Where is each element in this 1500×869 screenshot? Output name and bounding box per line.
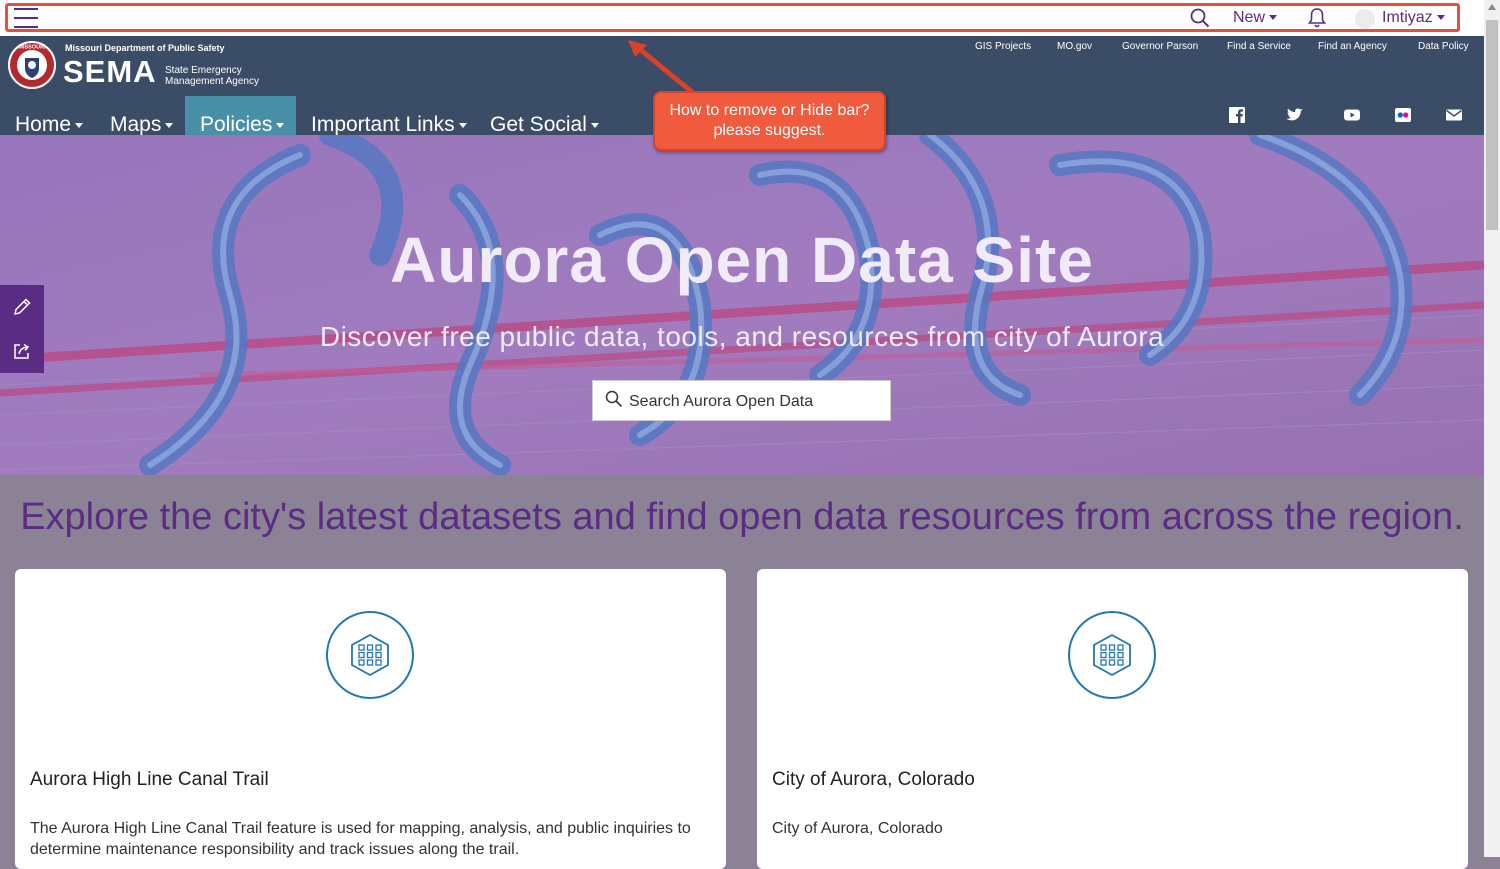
chevron-down-icon: [1436, 15, 1445, 21]
annotation-callout: How to remove or Hide bar? please sugges…: [653, 91, 886, 151]
brand-name[interactable]: SEMA: [63, 54, 157, 90]
page-scrollbar[interactable]: [1484, 0, 1500, 857]
card-description: City of Aurora, Colorado: [772, 820, 943, 837]
nav-get-social-label: Get Social: [490, 113, 587, 136]
nav-policies-label: Policies: [200, 113, 273, 136]
card-title[interactable]: Aurora High Line Canal Trail: [30, 769, 269, 791]
link-mo-gov[interactable]: MO.gov: [1057, 41, 1092, 52]
edit-icon[interactable]: [11, 296, 33, 318]
chevron-down-icon: [75, 122, 84, 128]
chevron-down-icon: [590, 122, 599, 128]
chevron-down-icon: [276, 122, 285, 128]
card-icon-circle: [1068, 611, 1156, 699]
facebook-icon[interactable]: [1228, 106, 1246, 124]
youtube-icon[interactable]: [1343, 106, 1361, 124]
link-governor-parson[interactable]: Governor Parson: [1122, 41, 1198, 52]
hamburger-menu-icon[interactable]: [14, 8, 38, 28]
user-name: Imtiyaz: [1382, 9, 1433, 26]
share-icon[interactable]: [11, 340, 33, 362]
search-input[interactable]: [627, 389, 881, 415]
search-icon: [605, 390, 623, 408]
side-tool-panel: [0, 285, 44, 373]
agency-name: State Emergency Management Agency: [165, 65, 259, 87]
link-find-a-service[interactable]: Find a Service: [1227, 41, 1291, 52]
hexagon-grid-icon: [351, 633, 389, 677]
hero-subtitle: Discover free public data, tools, and re…: [319, 321, 1165, 352]
nav-important-links-label: Important Links: [311, 113, 455, 136]
hero-title: Aurora Open Data Site: [390, 224, 1094, 296]
scrollbar-thumb[interactable]: [1486, 20, 1498, 230]
hero-background-image: [0, 135, 1484, 475]
utility-links: GIS Projects MO.gov Governor Parson Find…: [0, 41, 1484, 55]
dataset-card[interactable]: Aurora High Line Canal Trail The Aurora …: [15, 569, 726, 869]
hero-search-box[interactable]: [592, 380, 891, 421]
annotation-arrow-icon: [628, 40, 695, 95]
hexagon-grid-icon: [1093, 633, 1131, 677]
explore-heading: Explore the city's latest datasets and f…: [20, 496, 1464, 538]
chevron-down-icon: [458, 122, 467, 128]
hero-banner: Aurora Open Data Site Discover free publ…: [0, 135, 1484, 475]
notifications-bell-icon[interactable]: [1307, 7, 1327, 29]
link-find-an-agency[interactable]: Find an Agency: [1318, 41, 1387, 52]
link-gis-projects[interactable]: GIS Projects: [975, 41, 1031, 52]
nav-maps-label: Maps: [110, 113, 162, 136]
nav-home-label: Home: [15, 113, 72, 136]
dataset-card[interactable]: City of Aurora, Colorado City of Aurora,…: [757, 569, 1468, 869]
twitter-icon[interactable]: [1286, 106, 1304, 124]
user-menu-button[interactable]: Imtiyaz: [1382, 9, 1445, 27]
mail-icon[interactable]: [1445, 106, 1463, 124]
card-title[interactable]: City of Aurora, Colorado: [772, 769, 975, 791]
card-description: The Aurora High Line Canal Trail feature…: [30, 820, 691, 858]
chevron-down-icon: [1269, 15, 1278, 21]
card-icon-circle: [326, 611, 414, 699]
chevron-down-icon: [165, 122, 174, 128]
scroll-up-arrow-icon[interactable]: [1488, 4, 1496, 10]
search-icon[interactable]: [1190, 8, 1210, 28]
user-avatar[interactable]: [1355, 9, 1375, 29]
flickr-icon[interactable]: [1394, 106, 1412, 124]
link-data-policy[interactable]: Data Policy: [1418, 41, 1469, 52]
new-menu-button[interactable]: New: [1233, 9, 1278, 27]
admin-top-bar: New Imtiyaz: [0, 0, 1484, 36]
new-label: New: [1233, 9, 1266, 26]
